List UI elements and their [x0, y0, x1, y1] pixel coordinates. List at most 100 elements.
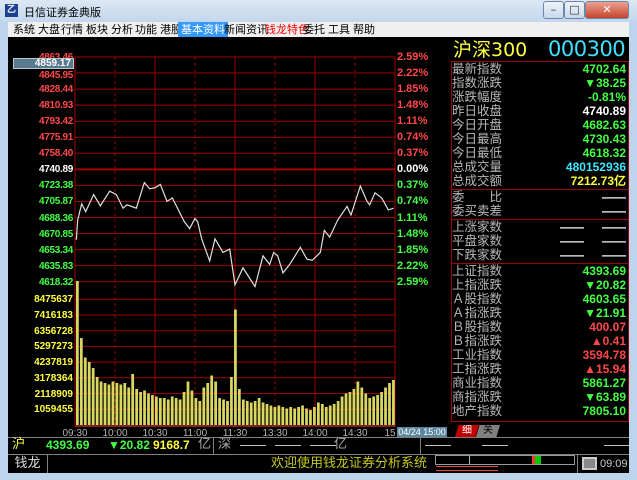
volume-bar	[324, 407, 328, 425]
volume-bar	[281, 407, 285, 425]
volume-bar	[202, 387, 206, 425]
volume-tick-label: 6356728	[34, 325, 73, 337]
percent-tick-label: 1.11%	[397, 211, 428, 224]
monitor-icon[interactable]	[582, 457, 597, 470]
percent-tick-label: 1.85%	[397, 243, 429, 256]
volume-bar	[194, 398, 198, 425]
volume-bar	[273, 407, 277, 425]
volume-bar	[340, 396, 344, 425]
volume-bar	[328, 405, 332, 425]
volume-bar	[186, 381, 190, 425]
percent-tick-label: 0.37%	[397, 147, 429, 160]
volume-bar	[380, 392, 383, 425]
volume-bar	[305, 408, 308, 425]
index-name: 沪深300	[453, 39, 528, 61]
quote-panel-border	[451, 61, 629, 422]
volume-bar	[285, 408, 289, 425]
divider	[213, 438, 214, 454]
volume-bar	[245, 401, 249, 425]
cursor-value-label: 4859.17	[13, 58, 74, 69]
volume-bar	[332, 404, 336, 425]
price-tick-label: 4688.36	[38, 212, 73, 224]
percent-tick-label: 0.00%	[397, 163, 429, 176]
volume-bar	[230, 377, 233, 425]
volume-bar	[344, 393, 348, 425]
volume-bar	[356, 381, 360, 425]
volume-tick-label: 5297273	[34, 341, 73, 353]
volume-bar	[115, 383, 119, 425]
price-tick-label: 4793.42	[38, 116, 73, 128]
volume-bar	[384, 387, 387, 425]
volume-bar	[182, 392, 186, 425]
volume-bar	[309, 410, 312, 425]
volume-bar	[352, 389, 356, 425]
volume-bar	[218, 398, 221, 425]
divider	[577, 455, 578, 473]
clock: 09:09	[600, 458, 628, 470]
volume-bar	[87, 362, 91, 425]
volume-bar	[119, 384, 123, 425]
brand-label[interactable]: 钱龙	[8, 455, 48, 473]
price-tick-label: 4670.85	[38, 228, 73, 240]
sh-unit: 亿	[198, 437, 212, 452]
market-indicator	[435, 455, 575, 465]
price-tick-label: 4740.89	[38, 164, 73, 176]
volume-bar	[301, 405, 304, 425]
volume-bar	[297, 407, 300, 425]
volume-tick-label: 8475637	[34, 294, 73, 306]
volume-bar	[261, 402, 265, 425]
volume-bar	[139, 392, 142, 425]
volume-bar	[320, 404, 324, 425]
volume-bar	[368, 398, 372, 425]
volume-bar	[253, 401, 257, 425]
volume-bar	[95, 377, 99, 425]
volume-bar	[91, 368, 95, 425]
sz-amount: ——	[310, 437, 336, 452]
percent-tick-label: 0.74%	[397, 195, 429, 208]
volume-bar	[392, 380, 395, 425]
price-tick-label: 4635.83	[38, 260, 73, 272]
percent-tick-label: 2.59%	[397, 51, 429, 63]
percent-tick-label: 0.37%	[397, 179, 429, 192]
sz-index: ——	[240, 437, 266, 452]
sz-change: ——	[275, 437, 301, 452]
volume-bar	[277, 405, 281, 425]
volume-bar	[174, 398, 178, 425]
status-right-2: ——	[604, 437, 630, 452]
volume-bar	[151, 395, 154, 425]
volume-bar	[107, 384, 111, 425]
price-tick-label: 4810.93	[38, 100, 73, 112]
percent-tick-label: 0.74%	[397, 131, 429, 144]
volume-tick-label: 4237819	[34, 357, 73, 369]
tab-close[interactable]: 关	[476, 425, 500, 437]
indicator-tick	[469, 456, 470, 464]
percent-tick-label: 1.11%	[397, 115, 428, 128]
volume-bar	[155, 396, 158, 425]
indicator-bars	[436, 466, 498, 471]
volume-bar	[376, 395, 379, 425]
marquee-text: 欢迎使用钱龙证券分析系统	[270, 456, 427, 471]
volume-tick-label: 2118909	[34, 388, 73, 400]
volume-bar	[135, 389, 139, 425]
tab-detail[interactable]: 细	[455, 425, 479, 437]
percent-tick-label: 2.22%	[397, 259, 429, 272]
volume-bar	[166, 399, 170, 425]
price-tick-label: 4723.38	[38, 180, 73, 192]
volume-bar	[313, 407, 316, 425]
price-tick-label: 4618.32	[38, 276, 73, 288]
volume-bar	[257, 398, 261, 425]
volume-bar	[388, 383, 391, 425]
percent-tick-label: 1.48%	[397, 99, 429, 112]
volume-bar	[147, 393, 150, 425]
price-tick-label: 4705.87	[38, 196, 73, 208]
volume-bar	[265, 404, 269, 425]
volume-bar	[348, 392, 352, 425]
volume-bar	[170, 396, 174, 425]
sh-change: ▼20.82	[108, 438, 150, 452]
volume-bar	[336, 401, 340, 425]
volume-tick-label: 7416183	[34, 310, 73, 321]
volume-bar	[162, 398, 166, 425]
sh-label: 沪	[12, 437, 26, 452]
volume-bar	[249, 402, 253, 425]
volume-tick-label: 3178364	[34, 372, 73, 384]
